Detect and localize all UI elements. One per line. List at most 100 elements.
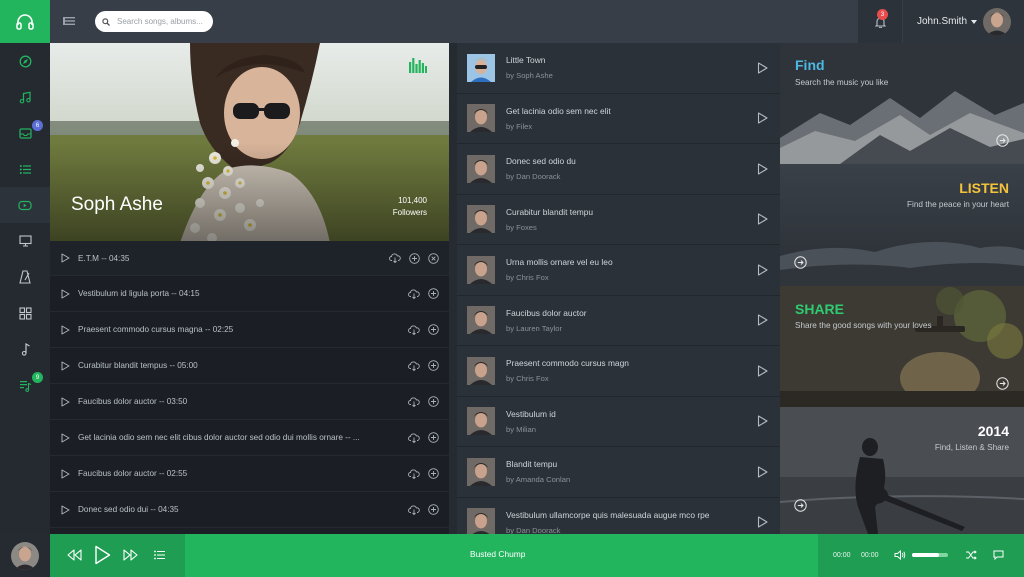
song-row[interactable]: Faucibus dolor auctor by Lauren Taylor (457, 296, 780, 346)
sidebar-item-playlist[interactable]: 9 (0, 367, 50, 403)
song-row[interactable]: Vestibulum id by Milian (457, 397, 780, 447)
song-row[interactable]: Donec sed odio du by Dan Doorack (457, 144, 780, 195)
cloud-download-icon[interactable] (408, 504, 420, 515)
track-row[interactable]: Get lacinia odio sem nec elit cibus dolo… (50, 420, 449, 456)
promo-cards: Find Search the music you like LISTEN Fi… (780, 43, 1024, 534)
chat-icon[interactable] (993, 550, 1004, 560)
monitor-icon (18, 235, 32, 247)
track-row[interactable]: Praesent commodo cursus magna -- 02:25 (50, 312, 449, 348)
notifications-button[interactable] (858, 0, 902, 43)
song-row[interactable]: Praesent commodo cursus magn by Chris Fox (457, 346, 780, 397)
song-row[interactable]: Blandit tempu by Amanda Conlan (457, 447, 780, 498)
add-circle-icon[interactable] (428, 468, 439, 479)
promo-card-find[interactable]: Find Search the music you like (780, 43, 1024, 164)
volume-slider[interactable] (912, 553, 948, 557)
arrow-circle-icon[interactable] (996, 134, 1009, 147)
play-icon[interactable] (757, 62, 768, 74)
play-icon[interactable] (757, 112, 768, 124)
track-row[interactable]: Faucibus dolor auctor -- 03:50 (50, 384, 449, 420)
add-circle-icon[interactable] (428, 396, 439, 407)
track-row[interactable]: Faucibus dolor auctor -- 02:55 (50, 456, 449, 492)
song-title: Vestibulum id (506, 408, 556, 419)
play-icon[interactable] (757, 415, 768, 427)
cloud-download-icon[interactable] (408, 432, 420, 443)
cloud-download-icon[interactable] (408, 288, 420, 299)
sidebar-item-tuner[interactable] (0, 259, 50, 295)
play-icon[interactable] (61, 289, 70, 299)
cloud-download-icon[interactable] (408, 396, 420, 407)
menu-toggle-icon[interactable] (62, 14, 76, 28)
song-artist: by Dan Doorack (506, 172, 561, 182)
track-title: Curabitur blandit tempus -- 05:00 (78, 361, 198, 370)
sidebar-item-music[interactable] (0, 79, 50, 115)
song-row[interactable]: Curabitur blandit tempu by Foxes (457, 195, 780, 245)
play-icon[interactable] (61, 469, 70, 479)
cloud-download-icon[interactable] (408, 324, 420, 335)
play-icon[interactable] (757, 516, 768, 528)
add-circle-icon[interactable] (409, 252, 420, 264)
sidebar-item-apps[interactable] (0, 295, 50, 331)
track-row[interactable]: Donec sed odio dui -- 04:35 (50, 492, 449, 528)
song-title: Curabitur blandit tempu (506, 206, 594, 217)
queue-list-icon[interactable] (154, 550, 165, 560)
song-info: Blandit tempu by Amanda Conlan (506, 459, 570, 484)
play-icon[interactable] (757, 264, 768, 276)
track-row[interactable]: E.T.M -- 04:35 (50, 241, 449, 276)
user-menu[interactable]: John.Smith (903, 0, 1024, 43)
fast-forward-icon[interactable] (123, 549, 138, 561)
search-input[interactable] (117, 17, 205, 26)
cloud-download-icon[interactable] (389, 253, 401, 263)
sidebar-item-discover[interactable] (0, 43, 50, 79)
play-icon[interactable] (61, 361, 70, 371)
song-row[interactable]: Urna mollis ornare vel eu leo by Chris Fo… (457, 245, 780, 296)
track-title: Faucibus dolor auctor -- 02:55 (78, 469, 188, 478)
song-artist: by Amanda Conlan (506, 475, 571, 485)
play-icon[interactable] (757, 213, 768, 225)
promo-card-2014[interactable]: 2014 Find, Listen & Share (780, 407, 1024, 534)
rewind-icon[interactable] (67, 549, 82, 561)
track-actions (408, 348, 439, 383)
sidebar-item-list[interactable] (0, 151, 50, 187)
play-icon[interactable] (61, 397, 70, 407)
arrow-circle-icon[interactable] (794, 499, 807, 512)
add-circle-icon[interactable] (428, 288, 439, 299)
track-row[interactable]: Vestibulum id ligula porta -- 04:15 (50, 276, 449, 312)
arrow-circle-icon[interactable] (794, 256, 807, 269)
promo-card-listen[interactable]: LISTEN Find the peace in your heart (780, 164, 1024, 286)
search-box[interactable] (95, 11, 213, 32)
song-row[interactable]: Little Town by Soph Ashe (457, 43, 780, 94)
add-circle-icon[interactable] (428, 360, 439, 371)
play-icon[interactable] (757, 314, 768, 326)
play-icon[interactable] (94, 545, 111, 565)
artist-name: Soph Ashe (71, 194, 163, 215)
sidebar-item-inbox[interactable]: 6 (0, 115, 50, 151)
play-icon[interactable] (757, 163, 768, 175)
add-circle-icon[interactable] (428, 432, 439, 443)
sidebar-item-tv[interactable] (0, 223, 50, 259)
cloud-download-icon[interactable] (408, 468, 420, 479)
sidebar-item-song[interactable] (0, 331, 50, 367)
play-icon[interactable] (61, 433, 70, 443)
add-circle-icon[interactable] (428, 324, 439, 335)
play-icon[interactable] (61, 505, 70, 515)
promo-title-2014: 2014 (977, 423, 1009, 439)
equalizer-icon[interactable] (409, 57, 427, 73)
promo-card-share[interactable]: SHARE Share the good songs with your lov… (780, 286, 1024, 407)
arrow-circle-icon[interactable] (996, 377, 1009, 390)
song-row[interactable]: Get lacinia odio sem nec elit by Filex (457, 94, 780, 144)
play-icon[interactable] (757, 466, 768, 478)
play-icon[interactable] (61, 253, 70, 263)
search-icon (102, 17, 110, 26)
sidebar-item-video[interactable] (0, 187, 50, 223)
play-icon[interactable] (61, 325, 70, 335)
play-icon[interactable] (757, 365, 768, 377)
song-row[interactable]: Vestibulum ullamcorpe quis malesuada aug… (457, 498, 780, 534)
cloud-download-icon[interactable] (408, 360, 420, 371)
add-circle-icon[interactable] (428, 504, 439, 515)
track-row[interactable]: Curabitur blandit tempus -- 05:00 (50, 348, 449, 384)
close-circle-icon[interactable] (428, 252, 439, 264)
song-artist: by Chris Fox (506, 374, 549, 384)
headphones-logo[interactable] (0, 0, 50, 43)
volume-icon[interactable] (894, 550, 906, 560)
shuffle-icon[interactable] (965, 550, 977, 560)
